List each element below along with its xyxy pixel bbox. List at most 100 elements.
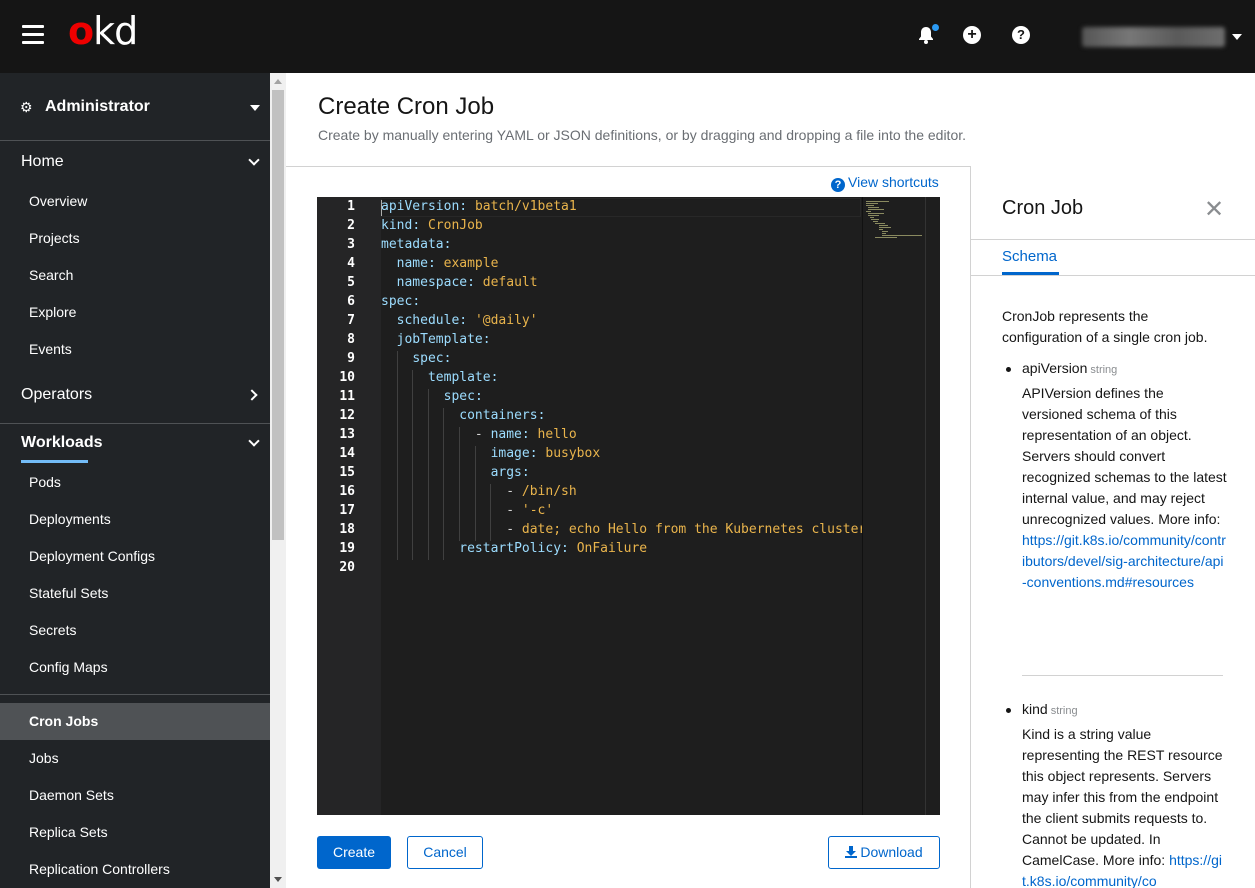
sidebar-item-projects[interactable]: Projects [29, 230, 80, 246]
chevron-down-icon [248, 435, 260, 447]
sidebar-item-stateful-sets[interactable]: Stateful Sets [29, 585, 108, 601]
minimap-line [866, 201, 889, 202]
page-title: Create Cron Job [318, 93, 495, 120]
line-number: 9 [347, 351, 355, 366]
sidebar-item-pods[interactable]: Pods [29, 474, 61, 490]
cancel-button[interactable]: Cancel [407, 836, 483, 869]
indent-guide [490, 484, 492, 541]
masthead: okd + ? [0, 0, 1255, 73]
field-docs-link[interactable]: https://git.k8s.io/community/contributor… [1022, 532, 1226, 590]
perspective-switcher[interactable]: ⚙ Administrator [0, 73, 270, 141]
code-line: - /bin/sh [381, 484, 577, 499]
divider [971, 239, 1255, 240]
schema-sidebar: Cron Job ✕ Schema CronJob represents the… [970, 166, 1255, 888]
code-line: schedule: '@daily' [396, 313, 538, 328]
sidebar-item-replica-sets[interactable]: Replica Sets [29, 824, 108, 840]
line-number: 3 [347, 237, 355, 252]
code-line: containers: [459, 408, 546, 423]
bullet [1006, 367, 1011, 372]
code-line: restartPolicy: OnFailure [459, 541, 648, 556]
code-line: args: [490, 465, 530, 480]
line-number: 19 [339, 541, 355, 556]
indent-guide [459, 427, 460, 541]
field-description: APIVersion defines the versioned schema … [1022, 385, 1227, 590]
user-menu-blurred[interactable] [1082, 27, 1225, 47]
scroll-up-arrow-icon[interactable] [274, 79, 282, 84]
nav-section-operators[interactable]: Operators [0, 386, 270, 416]
notifications-bell-icon[interactable] [918, 24, 939, 44]
question-circle-icon: ? [831, 178, 845, 192]
sidebar-item-cron-jobs[interactable]: Cron Jobs [29, 713, 98, 729]
field-type: string [1050, 705, 1078, 717]
sidebar-scrollbar[interactable] [270, 73, 286, 888]
field-description: Kind is a string value representing the … [1022, 726, 1223, 888]
create-button[interactable]: Create [317, 836, 391, 869]
minimap-line [875, 223, 885, 224]
sidebar-item-deployment-configs[interactable]: Deployment Configs [29, 548, 155, 564]
sidebar-item-replication-controllers[interactable]: Replication Controllers [29, 861, 170, 877]
code-line: - name: hello [381, 427, 577, 442]
minimap-line [873, 221, 878, 222]
line-number: 17 [339, 503, 355, 518]
line-number: 18 [339, 522, 355, 537]
divider [1022, 675, 1223, 676]
scrollbar-thumb[interactable] [272, 90, 284, 540]
scroll-down-arrow-icon[interactable] [274, 877, 282, 882]
cogs-icon: ⚙ [20, 99, 33, 115]
minimap-line [867, 209, 884, 210]
field-name: apiVersion string [1022, 360, 1118, 376]
line-number: 7 [347, 313, 355, 328]
minimap-line [866, 203, 878, 204]
minimap-line [878, 225, 889, 226]
hamburger-menu-icon[interactable] [22, 25, 44, 45]
minimap-line [878, 227, 892, 228]
minimap-line [867, 213, 884, 214]
sidebar-item-explore[interactable]: Explore [29, 304, 76, 320]
nav-section-label: Workloads [21, 434, 103, 451]
sidebar-item-config-maps[interactable]: Config Maps [29, 659, 108, 675]
bullet [1006, 708, 1011, 713]
sidebar-item-events[interactable]: Events [29, 341, 72, 357]
view-shortcuts-link[interactable]: ? View shortcuts [831, 174, 939, 192]
code-line: - date; echo Hello from the Kubernetes c… [381, 522, 867, 537]
sidebar-item-search[interactable]: Search [29, 267, 73, 283]
minimap-line [867, 215, 879, 216]
field-type: string [1090, 364, 1118, 376]
line-number: 16 [339, 484, 355, 499]
minimap-line [867, 207, 880, 208]
divider [0, 423, 270, 424]
tab-schema[interactable]: Schema [1002, 248, 1057, 265]
code-line: template: [427, 370, 499, 385]
line-number: 10 [339, 370, 355, 385]
help-icon[interactable]: ? [1012, 26, 1030, 44]
okd-logo[interactable]: okd [68, 11, 138, 51]
sidebar-item-deployments[interactable]: Deployments [29, 511, 111, 527]
download-button[interactable]: Download [828, 836, 940, 869]
code-line: spec: [412, 351, 452, 366]
line-number: 8 [347, 332, 355, 347]
sidebar-item-secrets[interactable]: Secrets [29, 622, 76, 638]
line-number: 12 [339, 408, 355, 423]
editor-scrollbar[interactable] [925, 197, 940, 815]
user-menu-caret-icon[interactable] [1232, 34, 1242, 40]
line-number: 1 [347, 199, 355, 214]
code-line: apiVersion: batch/v1beta1 [381, 199, 577, 214]
code-line: image: busybox [490, 446, 601, 461]
code-line: metadata: [381, 237, 452, 252]
minimap-line [866, 205, 875, 206]
indent-guide [427, 389, 429, 560]
nav-section-home[interactable]: Home [0, 153, 270, 183]
minimap-line [871, 219, 880, 220]
sidebar-item-jobs[interactable]: Jobs [29, 750, 59, 766]
sidebar-item-daemon-sets[interactable]: Daemon Sets [29, 787, 114, 803]
minimap-line [875, 237, 897, 238]
close-icon[interactable]: ✕ [1204, 195, 1224, 224]
sidebar-item-overview[interactable]: Overview [29, 193, 87, 209]
editor-minimap[interactable] [862, 197, 925, 815]
field-name: kind string [1022, 701, 1078, 717]
sidebar: ⚙ Administrator Home Overview Projects S… [0, 73, 270, 888]
yaml-editor[interactable]: apiVersion: batch/v1beta1 kind: CronJob me… [317, 197, 940, 815]
line-number: 4 [347, 256, 355, 271]
add-plus-icon[interactable]: + [963, 26, 981, 44]
minimap-line [882, 235, 922, 236]
